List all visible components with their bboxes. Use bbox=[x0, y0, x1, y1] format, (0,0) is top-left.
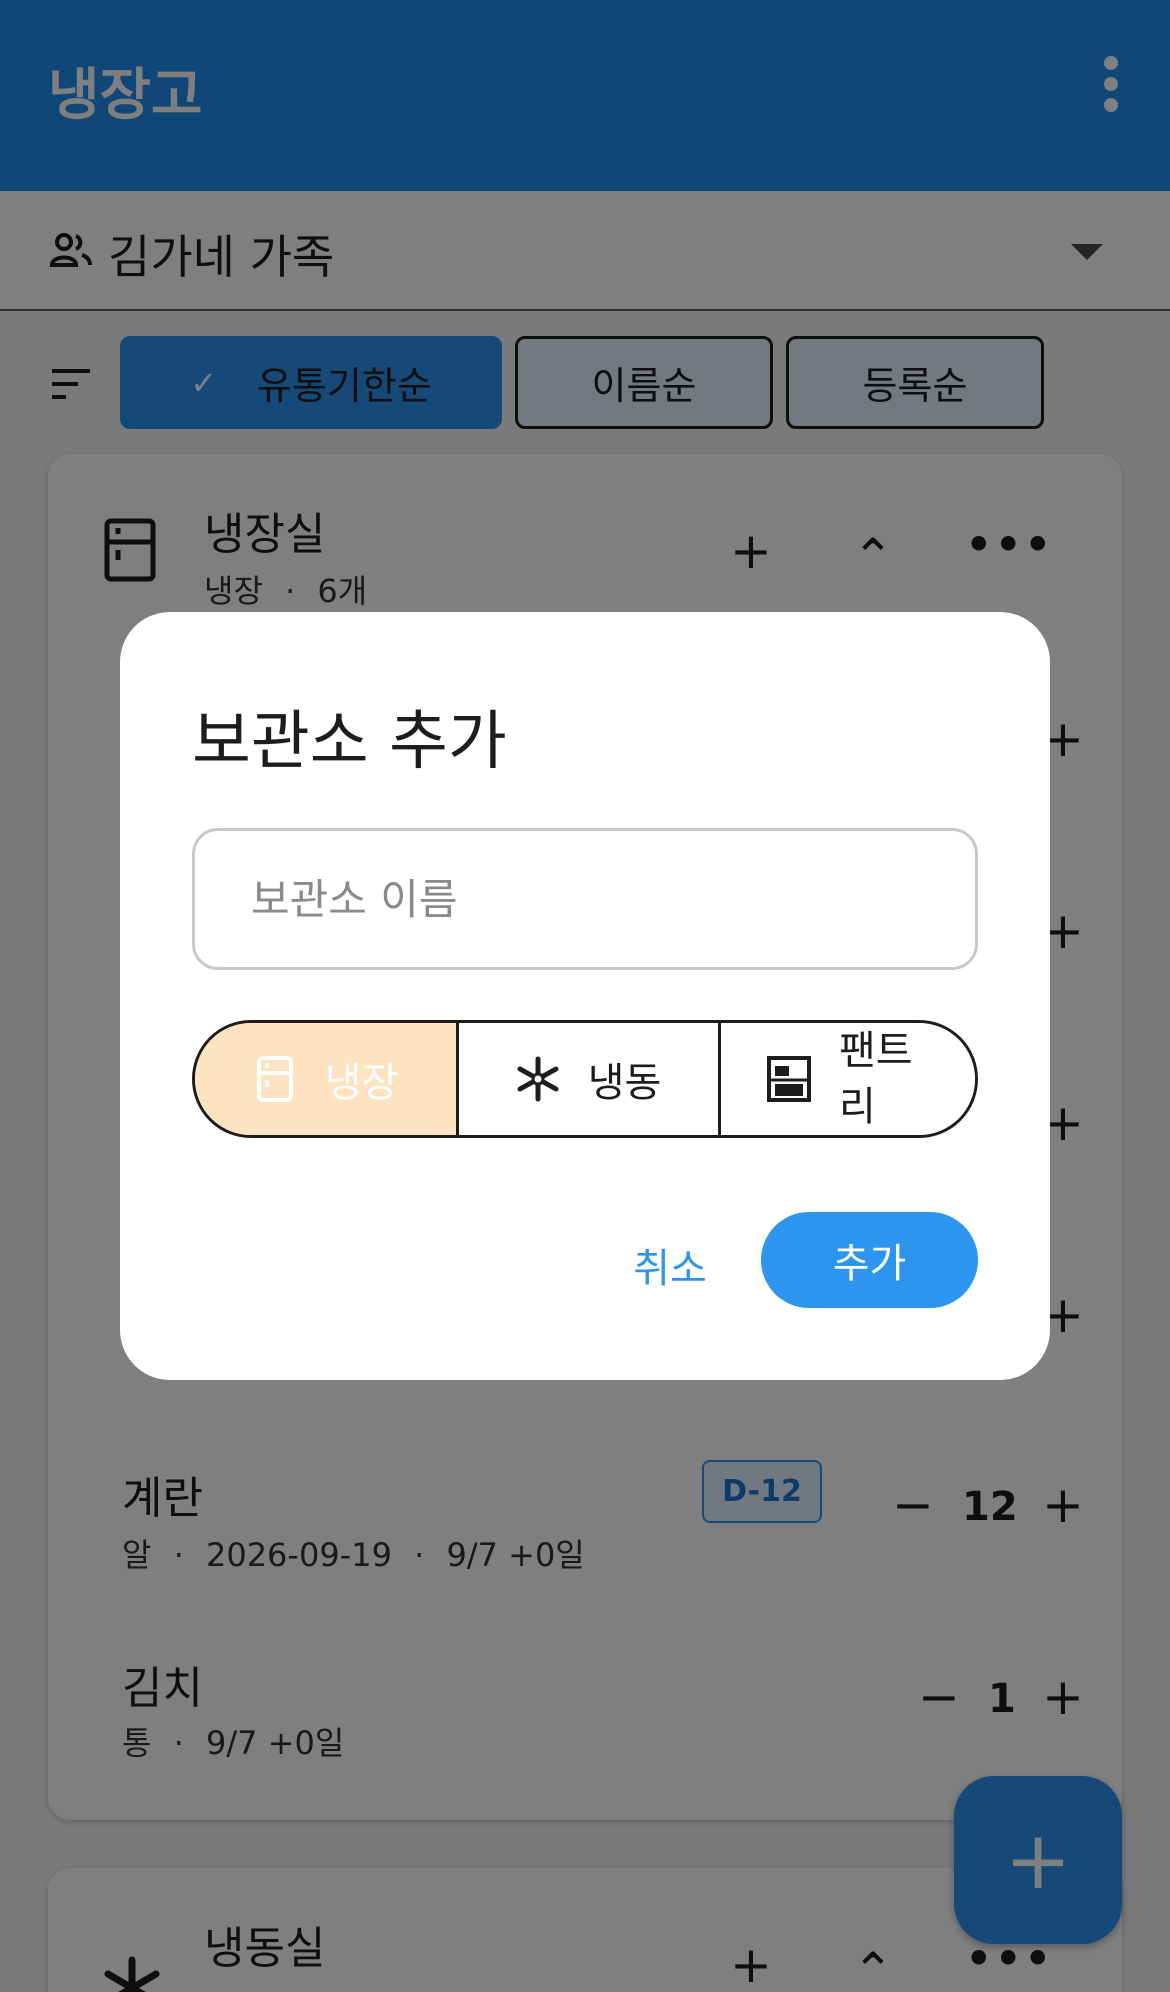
type-label: 팬트리 bbox=[839, 1028, 913, 1130]
pantry-icon bbox=[767, 1056, 811, 1102]
cancel-button[interactable]: 취소 bbox=[608, 1220, 732, 1310]
type-option-pantry[interactable]: 팬트리 bbox=[718, 1023, 975, 1135]
fridge-icon bbox=[256, 1056, 293, 1102]
type-label: 냉장 bbox=[324, 1060, 399, 1106]
dialog-title: 보관소 추가 bbox=[192, 705, 507, 779]
type-label: 냉동 bbox=[587, 1060, 662, 1106]
storage-name-input[interactable] bbox=[192, 828, 978, 970]
type-option-freezer[interactable]: 냉동 bbox=[456, 1023, 718, 1135]
storage-type-selector: 냉장 냉동 팬트리 bbox=[192, 1020, 978, 1138]
snowflake-icon bbox=[517, 1056, 559, 1102]
add-storage-dialog: 보관소 추가 냉장 냉동 bbox=[120, 612, 1050, 1380]
confirm-add-button[interactable]: 추가 bbox=[761, 1212, 978, 1308]
type-option-fridge[interactable]: 냉장 bbox=[195, 1023, 456, 1135]
